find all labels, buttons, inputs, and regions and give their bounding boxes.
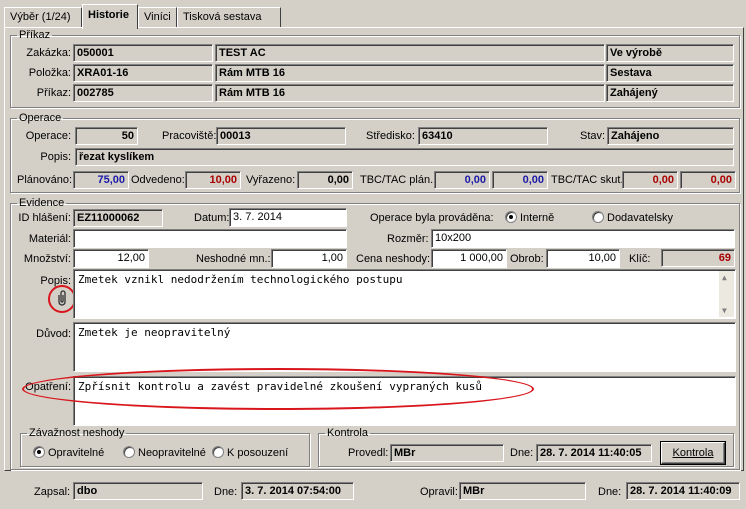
tbc-skut-value-1: 0,00 (622, 171, 678, 189)
obrob-field[interactable]: 10,00 (546, 249, 620, 268)
polozka-code: XRA01-16 (73, 64, 213, 82)
provedl-value: MBr (390, 444, 504, 462)
kontrola-button[interactable]: Kontrola (661, 442, 725, 464)
zakazka-name: TEST AC (215, 44, 605, 62)
duvod-text: Zmetek je neopravitelný (78, 326, 231, 339)
cena-label: Cena neshody: (356, 253, 430, 265)
opravitelne-radio[interactable] (33, 446, 45, 458)
pracoviste-value: 00013 (216, 127, 346, 145)
k-posouzeni-label[interactable]: K posouzení (227, 447, 288, 460)
planovano-label: Plánováno: (17, 174, 73, 186)
popis-label: Popis: (40, 275, 71, 287)
provedl-label: Provedl: (348, 447, 389, 459)
dodavatelsky-label[interactable]: Dodavatelsky (607, 212, 673, 225)
scroll-down-icon[interactable]: ▼ (722, 306, 727, 315)
tbc-skut-value-2: 0,00 (680, 171, 736, 189)
id-hlaseni-value: EZ11000062 (73, 209, 163, 227)
obrob-label: Obrob: (510, 253, 544, 265)
pracoviste-label: Pracoviště: (162, 130, 217, 142)
odvedeno-value: 10,00 (185, 171, 241, 189)
provadena-label: Operace byla prováděna: (370, 212, 494, 224)
datum-label: Datum: (194, 212, 230, 224)
zapsal-label: Zapsal: (34, 486, 71, 498)
operace-legend: Operace (19, 112, 62, 124)
mnozstvi-field[interactable]: 12,00 (73, 249, 149, 268)
tab-tiskova-sestava[interactable]: Tisková sestava (177, 7, 281, 28)
klic-label: Klíč: (629, 253, 651, 265)
popis-memo[interactable]: Zmetek vznikl nedodržením technologickéh… (73, 269, 736, 319)
id-hlaseni-label: ID hlášení: (18, 212, 71, 224)
opravil-value: MBr (459, 482, 586, 500)
stav-label: Stav: (580, 130, 606, 142)
opravil-dne-label: Dne: (598, 486, 622, 498)
neopravitelne-radio[interactable] (123, 446, 135, 458)
cena-field[interactable]: 1 000,00 (431, 249, 507, 268)
tbc-plan-label: TBC/TAC plán.: (360, 174, 437, 186)
tbc-skut-label: TBC/TAC skut.: (551, 174, 627, 186)
vyrazeno-label: Vyřazeno: (246, 174, 296, 186)
zapsal-dne-label: Dne: (214, 486, 238, 498)
polozka-name: Rám MTB 16 (215, 64, 605, 82)
tbc-plan-value-2: 0,00 (492, 171, 548, 189)
prikaz-legend: Příkaz (19, 29, 51, 41)
zakazka-status: Ve výrobě (606, 44, 734, 62)
prikaz-status: Zahájený (606, 84, 734, 102)
interne-label[interactable]: Interně (520, 212, 554, 225)
stav-value: Zahájeno (607, 127, 734, 145)
neopravitelne-label[interactable]: Neopravitelné (138, 447, 206, 460)
zavaznost-legend: Závažnost neshody (29, 427, 125, 439)
evidence-legend: Evidence (19, 197, 65, 209)
neshodne-label: Neshodné mn.: (196, 253, 271, 265)
opravitelne-label[interactable]: Opravitelné (48, 447, 104, 460)
operace-popis-label: Popis: (40, 151, 71, 163)
kontrola-button-label: Kontrola (672, 447, 714, 459)
prikaz-code: 002785 (73, 84, 213, 102)
prikaz-label: Příkaz: (36, 87, 71, 99)
zapsal-dne-value: 3. 7. 2014 07:54:00 (241, 482, 354, 500)
stredisko-value: 63410 (418, 127, 548, 145)
polozka-status: Sestava (606, 64, 734, 82)
rozmer-field[interactable]: 10x200 (431, 229, 735, 248)
dodavatelsky-radio[interactable] (592, 211, 604, 223)
operace-value: 50 (75, 127, 138, 145)
tab-historie[interactable]: Historie (82, 4, 138, 29)
tbc-plan-value-1: 0,00 (434, 171, 490, 189)
datum-field[interactable]: 3. 7. 2014 (229, 208, 347, 227)
opatreni-memo[interactable]: Zpřísnit kontrolu a zavést pravidelné zk… (73, 376, 736, 426)
material-label: Materiál: (28, 233, 71, 245)
zakazka-code: 050001 (73, 44, 213, 62)
scroll-up-icon[interactable]: ▲ (722, 273, 727, 282)
kontrola-dne-label: Dne: (510, 447, 534, 459)
paperclip-icon[interactable] (56, 289, 68, 307)
duvod-memo[interactable]: Zmetek je neopravitelný (73, 322, 736, 372)
material-field[interactable] (73, 229, 347, 248)
neshodne-field[interactable]: 1,00 (271, 249, 347, 268)
opatreni-text: Zpřísnit kontrolu a zavést pravidelné zk… (78, 380, 482, 393)
rozmer-label: Rozměr: (387, 233, 429, 245)
vyrazeno-value: 0,00 (297, 171, 353, 189)
kontrola-legend: Kontrola (327, 427, 368, 439)
interne-radio[interactable] (505, 211, 517, 223)
klic-value: 69 (661, 249, 735, 267)
planovano-value: 75,00 (73, 171, 129, 189)
operace-label: Operace: (25, 130, 71, 142)
popis-scrollbar[interactable]: ▲ ▼ (719, 271, 734, 317)
stredisko-label: Středisko: (366, 130, 415, 142)
opatreni-label: Opatření: (25, 381, 71, 393)
duvod-label: Důvod: (36, 328, 71, 340)
odvedeno-label: Odvedeno: (131, 174, 185, 186)
tab-vinici[interactable]: Viníci (138, 7, 177, 28)
mnozstvi-label: Množství: (23, 253, 71, 265)
k-posouzeni-radio[interactable] (212, 446, 224, 458)
opravil-label: Opravil: (420, 486, 458, 498)
polozka-label: Položka: (28, 67, 71, 79)
opravil-dne-value: 28. 7. 2014 11:40:09 (626, 482, 740, 500)
operace-popis-value: řezat kyslíkem (75, 148, 734, 166)
zapsal-value: dbo (73, 482, 203, 500)
tab-vyber[interactable]: Výběr (1/24) (4, 7, 82, 28)
popis-text: Zmetek vznikl nedodržením technologickéh… (78, 273, 403, 286)
kontrola-dne-value: 28. 7. 2014 11:40:05 (536, 444, 652, 462)
prikaz-name: Rám MTB 16 (215, 84, 605, 102)
zakazka-label: Zakázka: (26, 47, 71, 59)
